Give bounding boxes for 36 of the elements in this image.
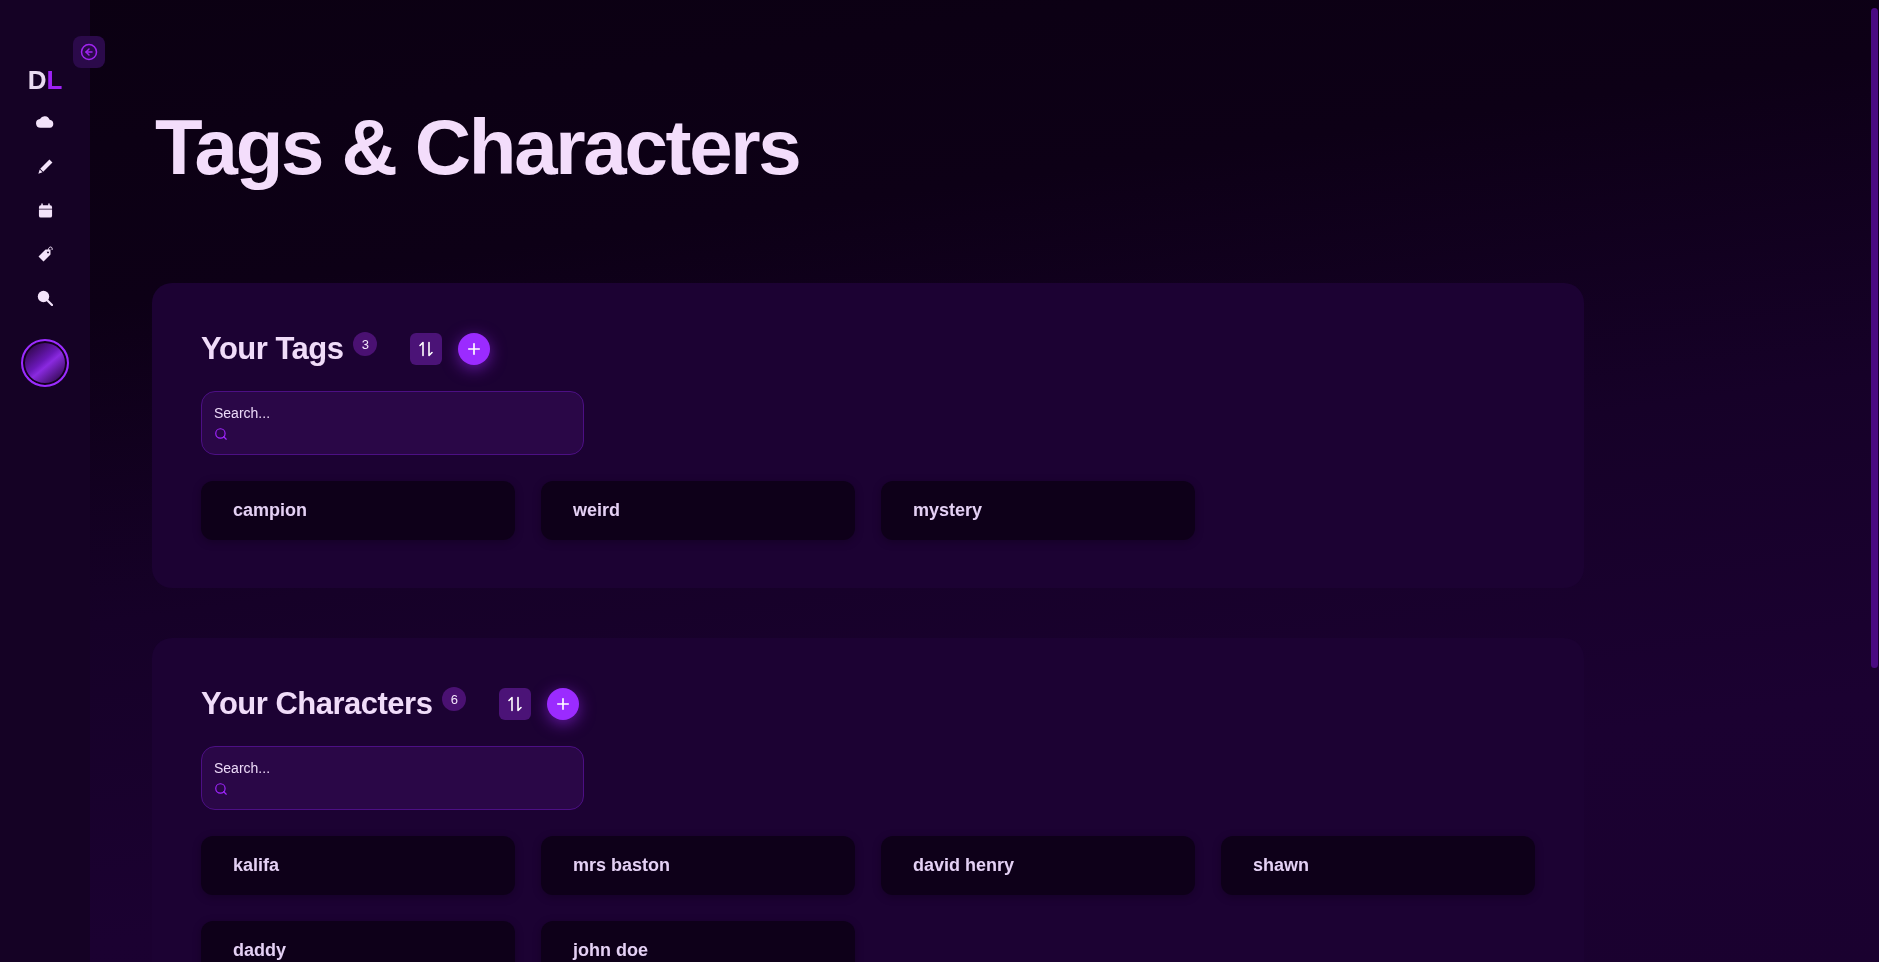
- add-button[interactable]: [547, 688, 580, 720]
- arrow-left-circle-icon: [80, 43, 98, 61]
- count-badge: 3: [353, 332, 378, 356]
- page-title: Tags & Characters: [154, 102, 800, 193]
- section-title: Your Tags: [201, 333, 344, 365]
- character-card[interactable]: david henry: [881, 836, 1195, 895]
- search-icon[interactable]: [37, 290, 53, 306]
- tag-card[interactable]: campion: [201, 481, 515, 540]
- search-field[interactable]: Search...: [201, 746, 584, 810]
- search-icon: [214, 427, 228, 441]
- search-icon: [214, 782, 228, 796]
- tag-card[interactable]: mystery: [881, 481, 1195, 540]
- search-input[interactable]: Search...: [214, 758, 571, 778]
- avatar-icon[interactable]: [21, 339, 69, 387]
- add-button[interactable]: [458, 333, 491, 365]
- sort-button[interactable]: [499, 688, 532, 720]
- pencil-icon[interactable]: [37, 158, 53, 174]
- tag-icon[interactable]: [37, 246, 53, 262]
- cloud-icon[interactable]: [36, 116, 54, 128]
- character-card[interactable]: john doe: [541, 921, 855, 962]
- search-field[interactable]: Search...: [201, 391, 584, 455]
- character-card[interactable]: mrs baston: [541, 836, 855, 895]
- character-card[interactable]: daddy: [201, 921, 515, 962]
- sort-button[interactable]: [410, 333, 443, 365]
- count-badge: 6: [442, 687, 467, 711]
- sort-icon: [418, 341, 435, 357]
- search-input[interactable]: Search...: [214, 403, 571, 423]
- calendar-icon[interactable]: [37, 202, 53, 218]
- sort-icon: [507, 696, 524, 712]
- character-card[interactable]: kalifa: [201, 836, 515, 895]
- character-card[interactable]: shawn: [1221, 836, 1535, 895]
- collapse-button[interactable]: [73, 36, 105, 68]
- tag-card[interactable]: weird: [541, 481, 855, 540]
- section-title: Your Characters: [201, 688, 433, 720]
- scrollbar-thumb[interactable]: [1871, 8, 1878, 668]
- logo: DL: [27, 66, 63, 94]
